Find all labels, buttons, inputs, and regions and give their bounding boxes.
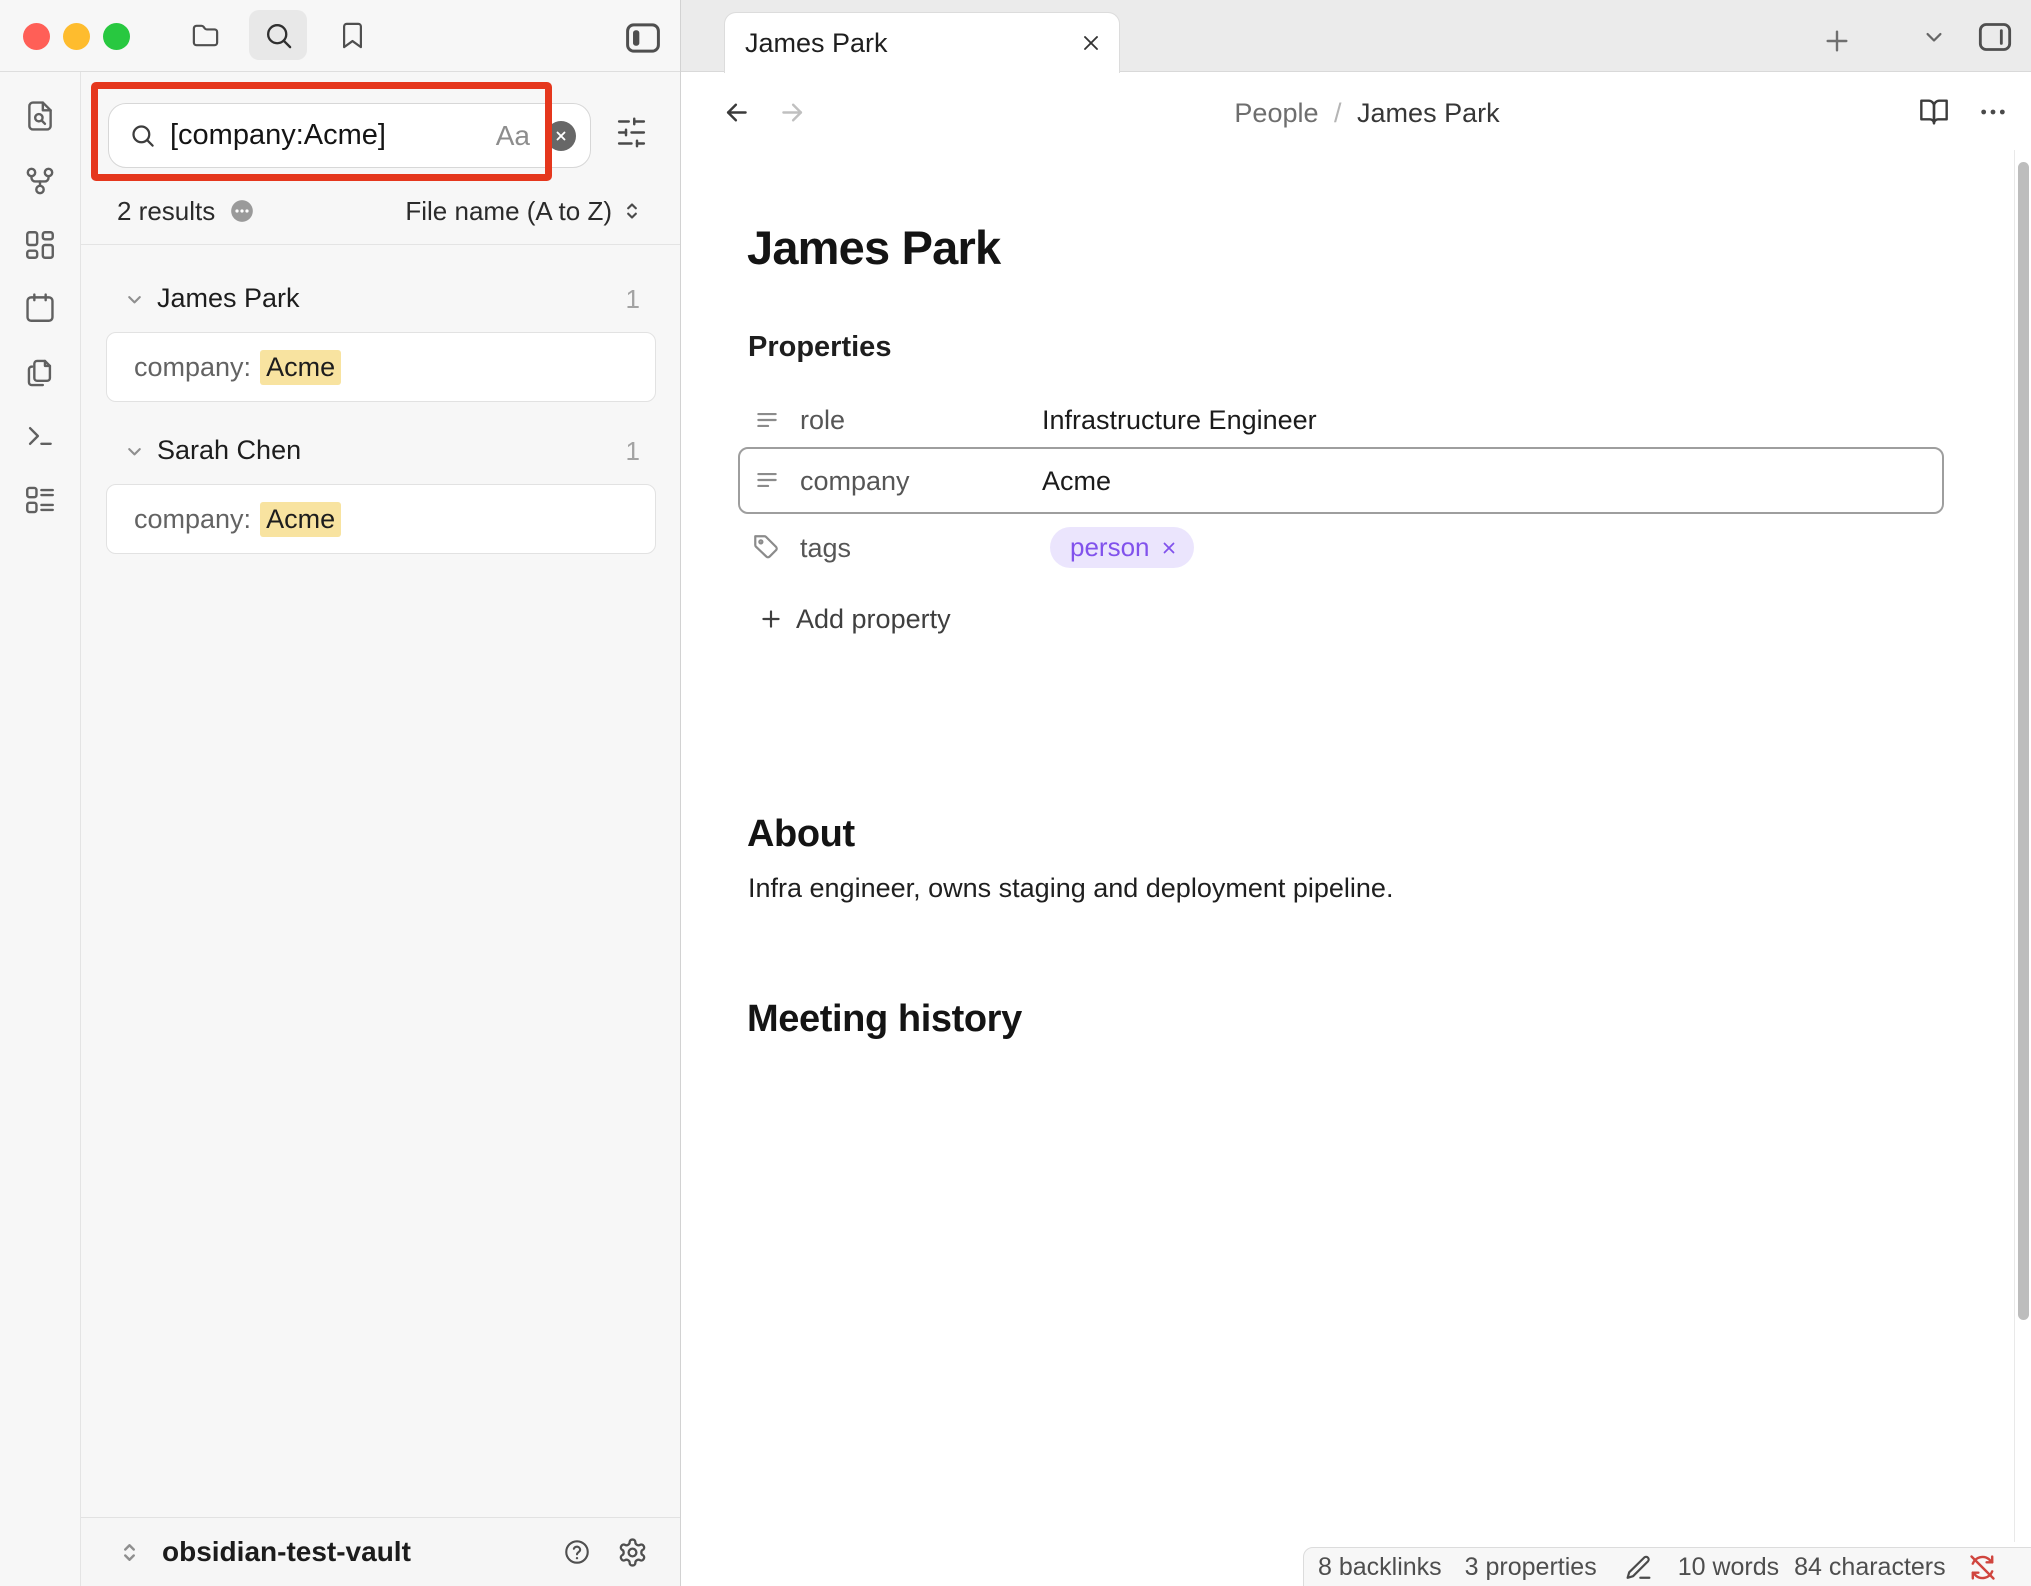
settings-gear-icon[interactable] bbox=[617, 1537, 648, 1568]
main-area: James Park People / James P bbox=[680, 0, 2031, 1586]
zoom-window-button[interactable] bbox=[103, 23, 130, 50]
search-icon bbox=[129, 122, 156, 149]
scrollbar-gutter bbox=[2014, 150, 2015, 1542]
search-query-text: [company:Acme] bbox=[170, 119, 386, 152]
terminal-icon[interactable] bbox=[23, 419, 57, 453]
breadcrumb-separator: / bbox=[1326, 98, 1350, 128]
edit-mode-pencil-icon[interactable] bbox=[1624, 1553, 1653, 1582]
tag-icon bbox=[752, 533, 780, 561]
nav-back-icon[interactable] bbox=[721, 97, 752, 128]
minimize-window-button[interactable] bbox=[63, 23, 90, 50]
close-window-button[interactable] bbox=[23, 23, 50, 50]
dashboard-icon[interactable] bbox=[23, 228, 57, 262]
more-options-icon[interactable] bbox=[1977, 96, 2009, 128]
meeting-history-heading: Meeting history bbox=[747, 998, 1022, 1041]
property-value[interactable]: Infrastructure Engineer bbox=[1042, 405, 1317, 436]
plus-icon bbox=[758, 606, 784, 632]
text-property-icon bbox=[754, 407, 780, 433]
panel-right-toggle-icon[interactable] bbox=[1975, 17, 2015, 57]
property-name[interactable]: tags bbox=[800, 533, 851, 564]
obsidian-window: [company:Acme] Aa 2 results File name (A… bbox=[0, 0, 2031, 1586]
tab-bar: James Park bbox=[681, 0, 2031, 72]
result-count-badge: 1 bbox=[626, 284, 640, 315]
result-file-title[interactable]: Sarah Chen bbox=[157, 435, 301, 466]
breadcrumb: People / James Park bbox=[1234, 98, 1499, 129]
result-count-badge: 1 bbox=[626, 436, 640, 467]
property-name[interactable]: role bbox=[800, 405, 845, 436]
backlinks-count[interactable]: 8 backlinks bbox=[1318, 1553, 1442, 1582]
layout-list-icon[interactable] bbox=[23, 483, 57, 517]
copy-files-icon[interactable] bbox=[23, 356, 57, 390]
tab-title: James Park bbox=[745, 28, 888, 59]
divider bbox=[81, 244, 680, 245]
properties-heading: Properties bbox=[748, 331, 891, 364]
property-name[interactable]: company bbox=[800, 466, 910, 497]
match-prefix: company: bbox=[134, 352, 251, 383]
word-count[interactable]: 10 words bbox=[1678, 1553, 1779, 1582]
character-count[interactable]: 84 characters bbox=[1794, 1553, 1945, 1582]
add-property-button[interactable]: Add property bbox=[796, 604, 951, 635]
tab-james-park[interactable]: James Park bbox=[724, 12, 1120, 73]
property-value[interactable]: Acme bbox=[1042, 466, 1111, 497]
clear-search-button[interactable] bbox=[546, 121, 576, 151]
chevron-down-icon[interactable] bbox=[123, 288, 146, 311]
breadcrumb-current[interactable]: James Park bbox=[1357, 98, 1500, 128]
text-property-icon bbox=[754, 467, 780, 493]
panel-left-toggle-icon[interactable] bbox=[622, 17, 664, 59]
search-settings-icon[interactable] bbox=[615, 116, 648, 149]
match-case-toggle[interactable]: Aa bbox=[496, 120, 530, 152]
sync-error-icon[interactable] bbox=[1967, 1552, 1998, 1583]
remove-tag-icon[interactable] bbox=[1160, 539, 1178, 557]
breadcrumb-parent[interactable]: People bbox=[1234, 98, 1318, 128]
chevrons-up-down-icon[interactable] bbox=[619, 198, 645, 224]
close-tab-icon[interactable] bbox=[1079, 31, 1103, 55]
search-panel: [company:Acme] Aa 2 results File name (A… bbox=[81, 72, 680, 1586]
tag-label: person bbox=[1070, 532, 1150, 563]
results-summary: 2 results bbox=[117, 196, 215, 227]
properties-count[interactable]: 3 properties bbox=[1465, 1553, 1597, 1582]
vault-name[interactable]: obsidian-test-vault bbox=[162, 1536, 411, 1568]
chevron-down-icon[interactable] bbox=[123, 440, 146, 463]
vault-switcher-icon[interactable] bbox=[115, 1538, 144, 1567]
folder-icon[interactable] bbox=[190, 20, 221, 51]
new-tab-icon[interactable] bbox=[1821, 25, 1853, 57]
help-icon[interactable] bbox=[563, 1538, 591, 1566]
calendar-icon[interactable] bbox=[23, 291, 57, 325]
sort-order-button[interactable]: File name (A to Z) bbox=[405, 196, 612, 227]
match-highlight: Acme bbox=[260, 350, 341, 385]
vault-bar: obsidian-test-vault bbox=[81, 1517, 680, 1586]
search-tab-toggle[interactable] bbox=[249, 10, 307, 60]
ribbon bbox=[0, 72, 81, 1586]
about-text[interactable]: Infra engineer, owns staging and deploym… bbox=[748, 873, 1393, 904]
focused-property-outline[interactable] bbox=[738, 447, 1944, 514]
titlebar bbox=[0, 0, 680, 72]
nav-forward-icon[interactable] bbox=[777, 97, 808, 128]
bookmark-icon[interactable] bbox=[337, 20, 368, 51]
search-icon bbox=[278, 35, 279, 36]
circle-ellipsis-icon[interactable] bbox=[229, 198, 255, 224]
search-match-item[interactable]: company: Acme bbox=[106, 484, 656, 554]
match-highlight: Acme bbox=[260, 502, 341, 537]
match-prefix: company: bbox=[134, 504, 251, 535]
reading-view-book-icon[interactable] bbox=[1918, 96, 1950, 128]
result-file-title[interactable]: James Park bbox=[157, 283, 300, 314]
scrollbar-thumb[interactable] bbox=[2018, 162, 2029, 1320]
tag-pill-person[interactable]: person bbox=[1050, 527, 1194, 568]
file-search-icon[interactable] bbox=[23, 99, 57, 133]
search-input[interactable]: [company:Acme] Aa bbox=[108, 103, 591, 168]
search-match-item[interactable]: company: Acme bbox=[106, 332, 656, 402]
about-heading: About bbox=[747, 813, 855, 856]
note-title[interactable]: James Park bbox=[747, 220, 1000, 275]
graph-icon[interactable] bbox=[23, 164, 57, 198]
status-bar: 8 backlinks 3 properties 10 words 84 cha… bbox=[1303, 1547, 2031, 1586]
tab-list-chevron-icon[interactable] bbox=[1920, 23, 1948, 51]
